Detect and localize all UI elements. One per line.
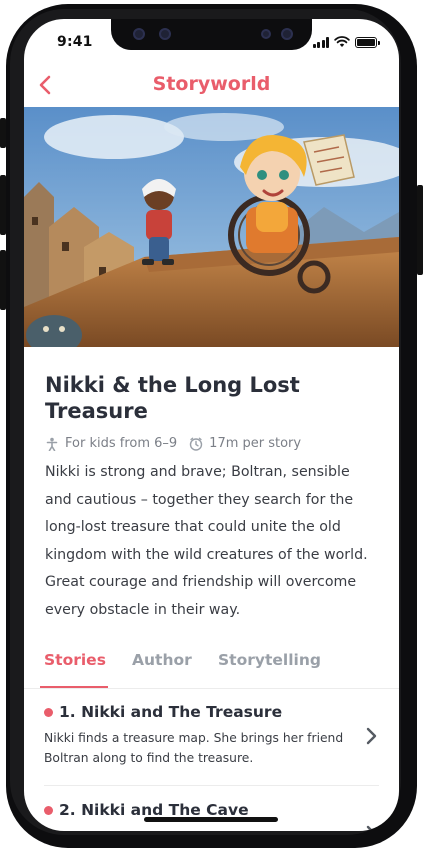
tab-bar: Stories Author Storytelling <box>24 647 399 689</box>
clock-icon <box>189 437 203 451</box>
phone-device: 9:41 Storyworld Nikki & the Long Lost Tr… <box>0 0 423 852</box>
status-icons <box>312 36 380 48</box>
story-duration: 17m per story <box>209 436 302 451</box>
story-meta: For kids from 6–9 17m per story <box>45 436 380 451</box>
home-indicator[interactable] <box>144 817 278 822</box>
story-title: Nikki & the Long Lost Treasure <box>45 373 300 423</box>
volume-up-button <box>0 175 6 235</box>
navigation-bar: Storyworld <box>24 63 399 107</box>
tab-stories[interactable]: Stories <box>44 651 106 669</box>
new-episode-dot <box>44 707 53 717</box>
chevron-right-icon[interactable] <box>363 725 379 747</box>
screen: 9:41 Storyworld Nikki & the Long Lost Tr… <box>24 19 399 831</box>
notch <box>111 19 312 50</box>
mute-switch <box>0 118 6 148</box>
hero-illustration <box>24 107 399 347</box>
divider <box>44 785 379 786</box>
power-button <box>417 185 423 275</box>
episode-summary: Nikki finds a treasure map. She brings h… <box>44 731 344 765</box>
episode-item[interactable]: 2. Nikki and The Cave <box>24 801 399 831</box>
age-range: For kids from 6–9 <box>65 436 178 451</box>
sensor <box>159 28 171 40</box>
episode-item[interactable]: 1. Nikki and The Treasure Nikki finds a … <box>24 703 399 787</box>
page-title: Storyworld <box>152 73 271 95</box>
speaker-dot <box>261 29 271 39</box>
child-icon <box>46 437 58 451</box>
tab-storytelling[interactable]: Storytelling <box>218 651 321 669</box>
episode-title-row: 1. Nikki and The Treasure <box>44 703 282 721</box>
front-camera <box>281 28 293 40</box>
episode-title: 1. Nikki and The Treasure <box>59 703 283 721</box>
story-details: Nikki & the Long Lost Treasure For kids … <box>45 372 380 624</box>
chevron-right-icon[interactable] <box>363 823 379 831</box>
cellular-signal-icon <box>312 36 329 48</box>
sensor <box>133 28 145 40</box>
new-episode-dot <box>44 805 53 815</box>
volume-down-button <box>0 250 6 310</box>
active-tab-indicator <box>40 686 108 688</box>
wifi-icon <box>334 36 350 47</box>
status-time: 9:41 <box>57 34 93 50</box>
tab-author[interactable]: Author <box>132 651 192 669</box>
battery-icon <box>355 36 380 48</box>
story-description: Nikki is strong and brave; Boltran, sens… <box>45 464 368 618</box>
